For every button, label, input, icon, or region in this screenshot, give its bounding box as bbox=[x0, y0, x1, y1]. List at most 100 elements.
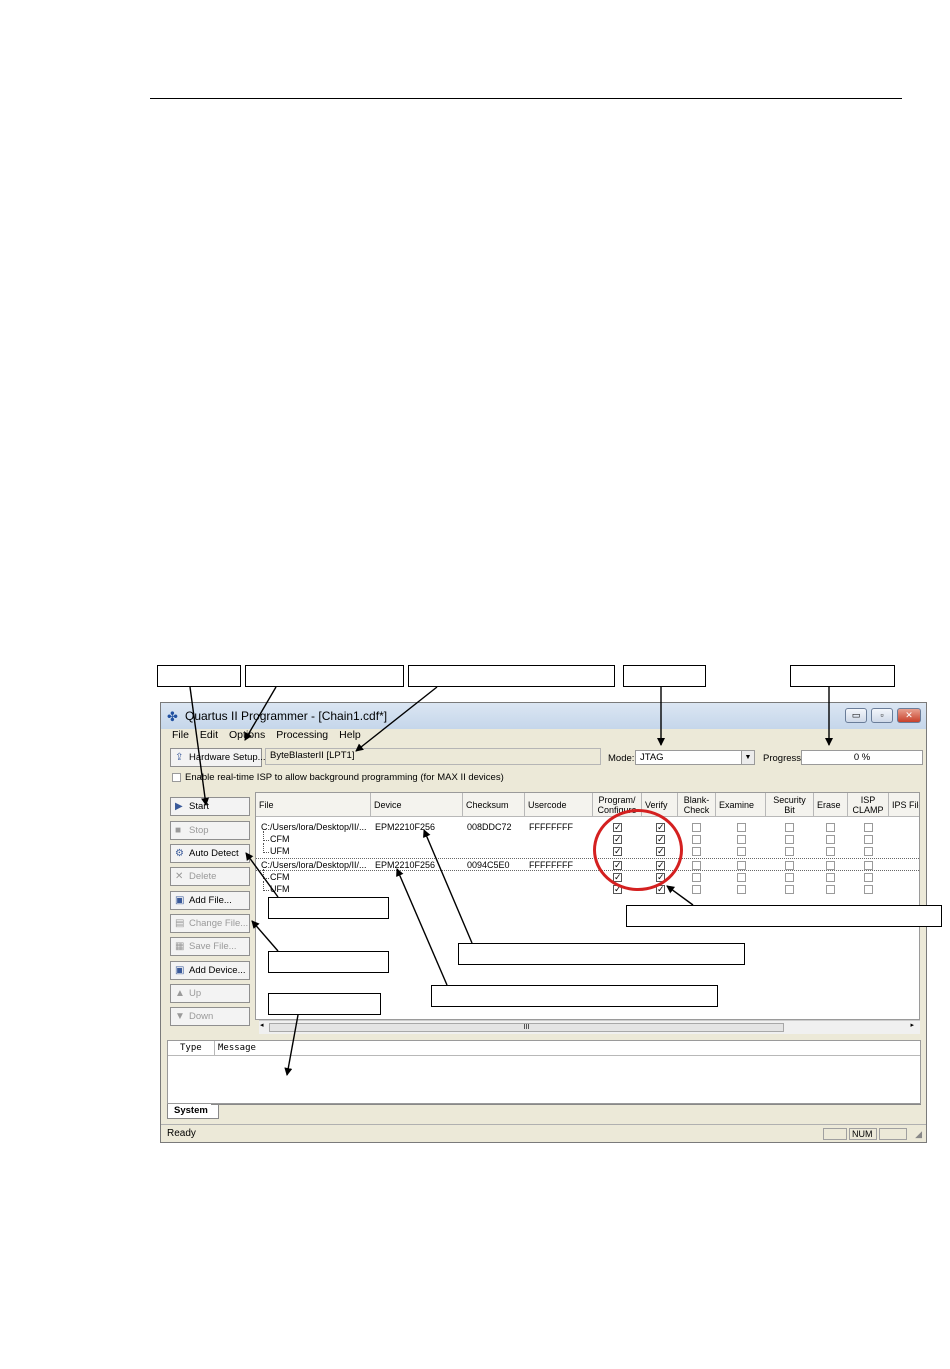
side-button-label: Up bbox=[189, 988, 202, 999]
grid-usercode: FFFFFFFF bbox=[529, 822, 573, 832]
horizontal-scrollbar[interactable]: ◂ III ▸ bbox=[259, 1020, 920, 1034]
column-header[interactable]: Examine bbox=[716, 793, 766, 817]
message-col-divider bbox=[214, 1041, 215, 1055]
column-header[interactable]: ISP CLAMP bbox=[848, 793, 889, 817]
grid-checkbox[interactable] bbox=[864, 885, 873, 894]
grid-checkbox[interactable] bbox=[864, 835, 873, 844]
tree-connector-icon bbox=[263, 881, 269, 891]
save-file-icon: ▦ bbox=[175, 941, 185, 952]
grid-checkbox[interactable] bbox=[737, 873, 746, 882]
grid-checkbox[interactable] bbox=[826, 823, 835, 832]
grid-checkbox[interactable] bbox=[692, 861, 701, 870]
grid-checkbox[interactable] bbox=[785, 873, 794, 882]
window-title: Quartus II Programmer - [Chain1.cdf*] bbox=[185, 709, 388, 723]
column-header[interactable]: Erase bbox=[814, 793, 848, 817]
close-button[interactable]: ✕ bbox=[897, 708, 921, 723]
grid-checkbox[interactable] bbox=[737, 823, 746, 832]
grid-checkbox[interactable] bbox=[864, 873, 873, 882]
realtime-isp-label: Enable real-time ISP to allow background… bbox=[185, 772, 504, 783]
add-file-button[interactable]: ▣ Add File... bbox=[170, 891, 250, 910]
scroll-thumb[interactable]: III bbox=[269, 1023, 784, 1032]
up-icon: ▲ bbox=[175, 988, 185, 999]
message-type-header: Type bbox=[180, 1043, 202, 1053]
grid-checkbox[interactable] bbox=[737, 835, 746, 844]
side-button-label: Add File... bbox=[189, 895, 232, 906]
auto-detect-icon: ⚙ bbox=[175, 848, 184, 859]
add-file-icon: ▣ bbox=[175, 895, 185, 906]
column-header[interactable]: Usercode bbox=[525, 793, 593, 817]
column-header[interactable]: Security Bit bbox=[766, 793, 814, 817]
callout-box-hardware-value bbox=[408, 665, 615, 687]
down-button[interactable]: ▼ Down bbox=[170, 1007, 250, 1026]
change-file-button[interactable]: ▤ Change File... bbox=[170, 914, 250, 933]
grid-checkbox[interactable] bbox=[864, 823, 873, 832]
grid-checkbox[interactable] bbox=[692, 847, 701, 856]
realtime-isp-checkbox[interactable] bbox=[172, 773, 181, 782]
grid-subfile-name: CFM bbox=[270, 834, 290, 844]
grid-checkbox[interactable] bbox=[737, 861, 746, 870]
header-rule bbox=[150, 98, 902, 99]
grid-subfile-name: UFM bbox=[270, 846, 290, 856]
grid-checkbox[interactable] bbox=[692, 823, 701, 832]
grid-checkbox[interactable] bbox=[826, 847, 835, 856]
chevron-down-icon: ▼ bbox=[741, 751, 754, 764]
menu-edit[interactable]: Edit bbox=[200, 729, 218, 741]
grid-checkbox[interactable] bbox=[785, 823, 794, 832]
resize-grip-icon[interactable]: ◢ bbox=[915, 1129, 922, 1140]
grid-usercode: FFFFFFFF bbox=[529, 860, 573, 870]
minimize-button[interactable]: ▭ bbox=[845, 708, 867, 723]
row-divider bbox=[256, 870, 919, 871]
grid-checkbox[interactable] bbox=[864, 847, 873, 856]
side-button-label: Delete bbox=[189, 871, 217, 882]
column-header[interactable]: IPS File bbox=[889, 793, 919, 817]
grid-checkbox[interactable] bbox=[785, 847, 794, 856]
grid-checkbox[interactable] bbox=[864, 861, 873, 870]
column-header[interactable]: Checksum bbox=[463, 793, 525, 817]
grid-checkbox[interactable] bbox=[826, 873, 835, 882]
add-device-button[interactable]: ▣ Add Device... bbox=[170, 961, 250, 980]
quartus-app-icon: ✤ bbox=[167, 709, 178, 724]
menu-file[interactable]: File bbox=[172, 729, 189, 741]
message-message-header: Message bbox=[218, 1043, 256, 1053]
grid-checkbox[interactable] bbox=[692, 835, 701, 844]
mode-label: Mode: bbox=[608, 753, 635, 764]
column-header[interactable]: File bbox=[256, 793, 371, 817]
hardware-value-field: ByteBlasterII [LPT1] bbox=[265, 748, 601, 765]
menu-processing[interactable]: Processing bbox=[276, 729, 328, 741]
stop-button[interactable]: ■ Stop bbox=[170, 821, 250, 840]
delete-icon: ✕ bbox=[175, 871, 184, 882]
tab-system[interactable]: System bbox=[167, 1104, 219, 1119]
grid-checkbox[interactable] bbox=[785, 885, 794, 894]
grid-checkbox[interactable] bbox=[785, 835, 794, 844]
grid-checkbox[interactable] bbox=[737, 885, 746, 894]
menu-options[interactable]: Options bbox=[229, 729, 265, 741]
mode-select[interactable]: JTAG ▼ bbox=[635, 750, 755, 765]
grid-checkbox[interactable] bbox=[737, 847, 746, 856]
grid-checkbox[interactable] bbox=[692, 873, 701, 882]
delete-button[interactable]: ✕ Delete bbox=[170, 867, 250, 886]
grid-checksum: 008DDC72 bbox=[467, 822, 512, 832]
restore-button[interactable]: ▫ bbox=[871, 708, 893, 723]
save-file-button[interactable]: ▦ Save File... bbox=[170, 937, 250, 956]
change-file-icon: ▤ bbox=[175, 918, 185, 929]
add-device-icon: ▣ bbox=[175, 965, 185, 976]
hardware-setup-label: Hardware Setup... bbox=[189, 752, 266, 763]
hardware-setup-button[interactable]: ⇪ Hardware Setup... bbox=[170, 748, 266, 767]
grid-checkbox[interactable] bbox=[826, 835, 835, 844]
callout-box-auto-detect bbox=[268, 897, 389, 919]
tree-connector-icon bbox=[263, 843, 269, 853]
progress-field: 0 % bbox=[801, 750, 923, 765]
column-header[interactable]: Device bbox=[371, 793, 463, 817]
status-bar: Ready NUM ◢ bbox=[161, 1124, 926, 1142]
menu-help[interactable]: Help bbox=[339, 729, 361, 741]
grid-checkbox[interactable] bbox=[692, 885, 701, 894]
up-button[interactable]: ▲ Up bbox=[170, 984, 250, 1003]
start-button[interactable]: ▶ Start bbox=[170, 797, 250, 816]
menu-bar: File Edit Options Processing Help bbox=[161, 727, 926, 743]
auto-detect-button[interactable]: ⚙ Auto Detect bbox=[170, 844, 250, 863]
grid-checkbox[interactable] bbox=[826, 861, 835, 870]
callout-box-hardware-setup bbox=[245, 665, 404, 687]
grid-checkbox[interactable] bbox=[826, 885, 835, 894]
grid-checkbox[interactable] bbox=[785, 861, 794, 870]
column-header[interactable]: Blank- Check bbox=[678, 793, 716, 817]
